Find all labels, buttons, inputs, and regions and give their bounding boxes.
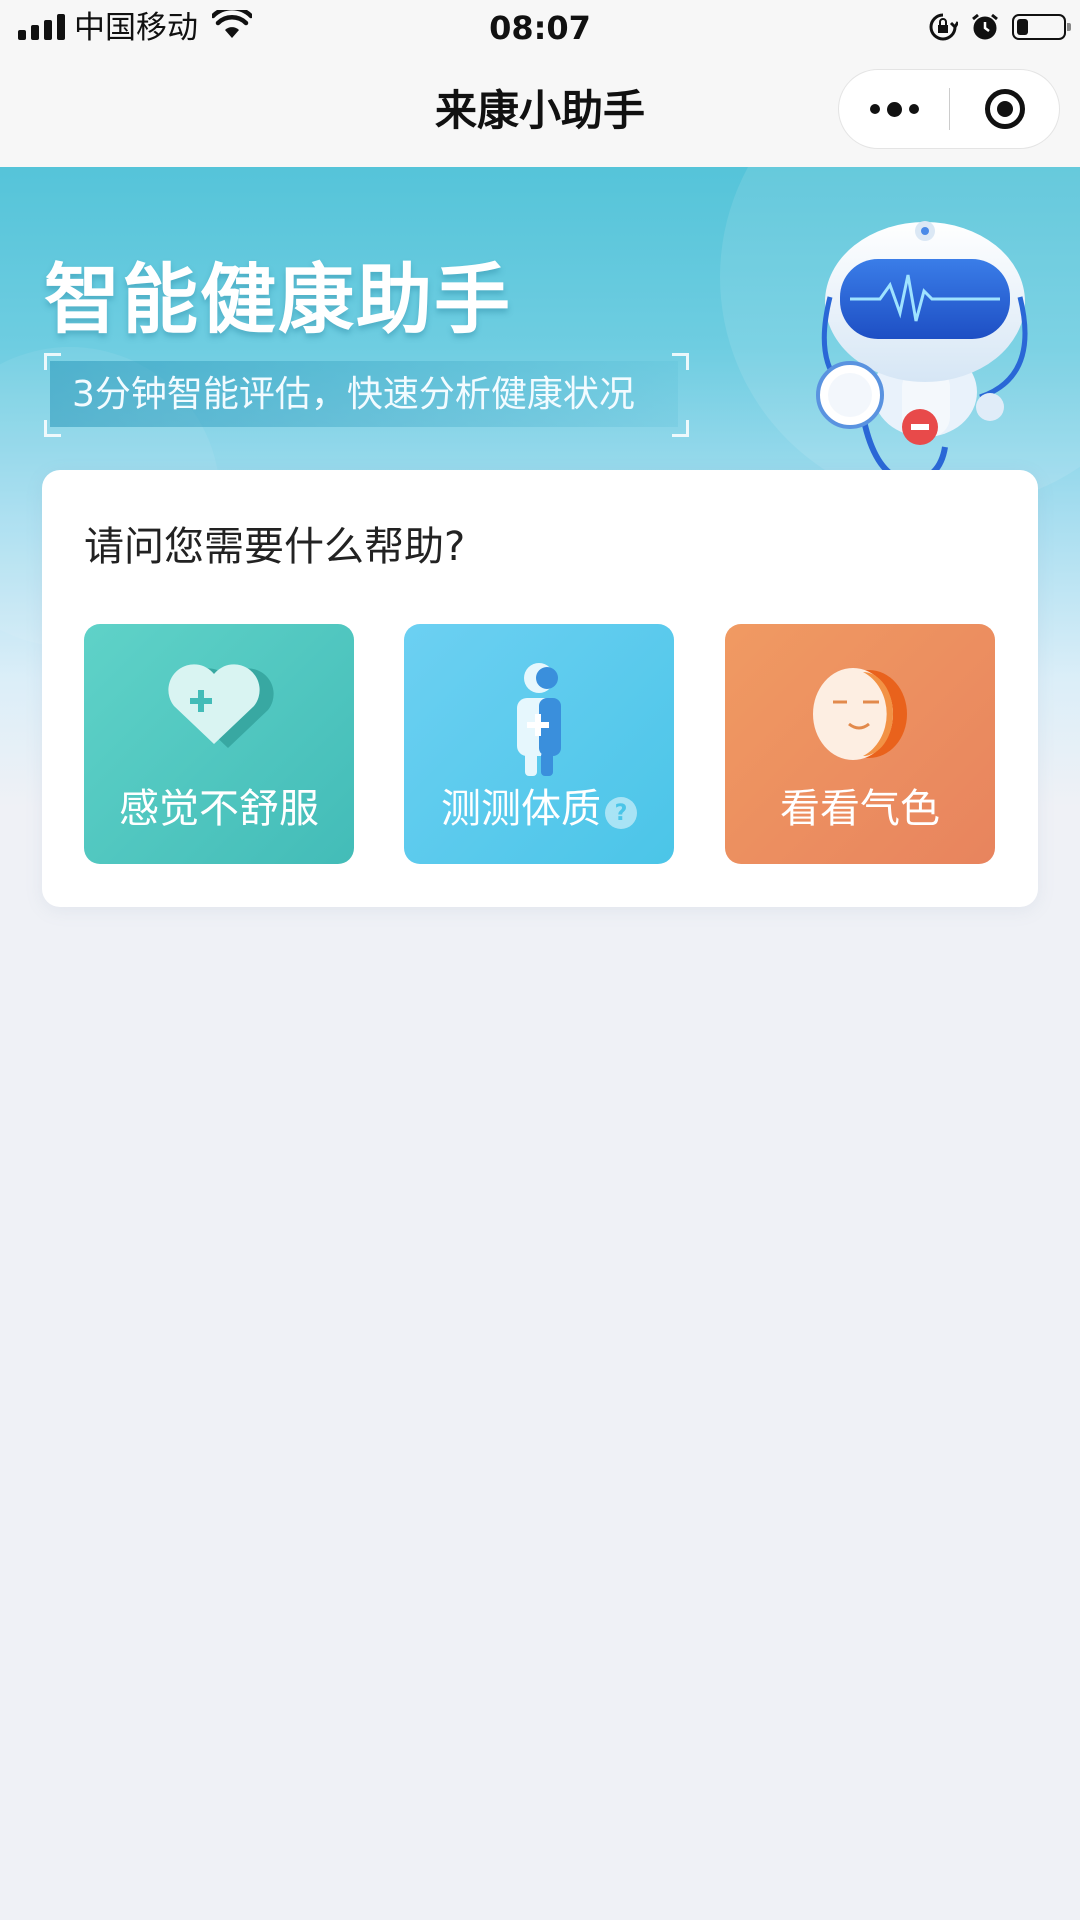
option-icon-wrap <box>725 662 995 772</box>
corner-bracket <box>44 420 61 437</box>
help-question: 请问您需要什么帮助? <box>84 524 466 570</box>
rotation-lock-icon <box>929 13 958 41</box>
heart-plus-icon <box>168 664 274 748</box>
option-label: 感觉不舒服 <box>119 786 319 832</box>
battery-fill <box>1017 19 1028 35</box>
option-test-constitution[interactable]: 测测体质 ? <box>404 624 674 864</box>
battery-icon <box>1012 14 1071 40</box>
banner-subtitle: 3分钟智能评估，快速分析健康状况 <box>72 374 635 415</box>
option-label: 看看气色 <box>780 786 940 832</box>
option-feel-unwell[interactable]: 感觉不舒服 <box>84 624 354 864</box>
banner-subtitle-box: 3分钟智能评估，快速分析健康状况 <box>44 353 689 437</box>
option-check-complexion[interactable]: 看看气色 <box>725 624 995 864</box>
option-label: 测测体质 <box>441 786 601 832</box>
question-mark-icon[interactable]: ? <box>605 797 637 829</box>
face-icon <box>813 668 907 760</box>
nav-bar: 来康小助手 <box>0 55 1080 167</box>
help-card: 请问您需要什么帮助? 感觉不舒服 测测体质 ? 看看气色 <box>42 470 1038 907</box>
alarm-icon <box>972 13 998 40</box>
more-dots-icon[interactable] <box>839 70 949 148</box>
person-plus-icon <box>517 663 561 776</box>
corner-bracket <box>672 420 689 437</box>
banner-title: 智能健康助手 <box>44 255 512 344</box>
option-label-wrap: 测测体质 ? <box>404 784 674 834</box>
corner-bracket <box>672 353 689 370</box>
close-target-icon[interactable] <box>950 70 1060 148</box>
option-icon-wrap <box>84 662 354 752</box>
status-clock: 08:07 <box>489 9 591 47</box>
status-icons <box>928 12 1071 42</box>
corner-bracket <box>44 353 61 370</box>
option-icon-wrap <box>404 662 674 782</box>
status-bar: 中国移动 08:07 <box>0 0 1080 55</box>
mini-program-capsule <box>838 69 1060 149</box>
